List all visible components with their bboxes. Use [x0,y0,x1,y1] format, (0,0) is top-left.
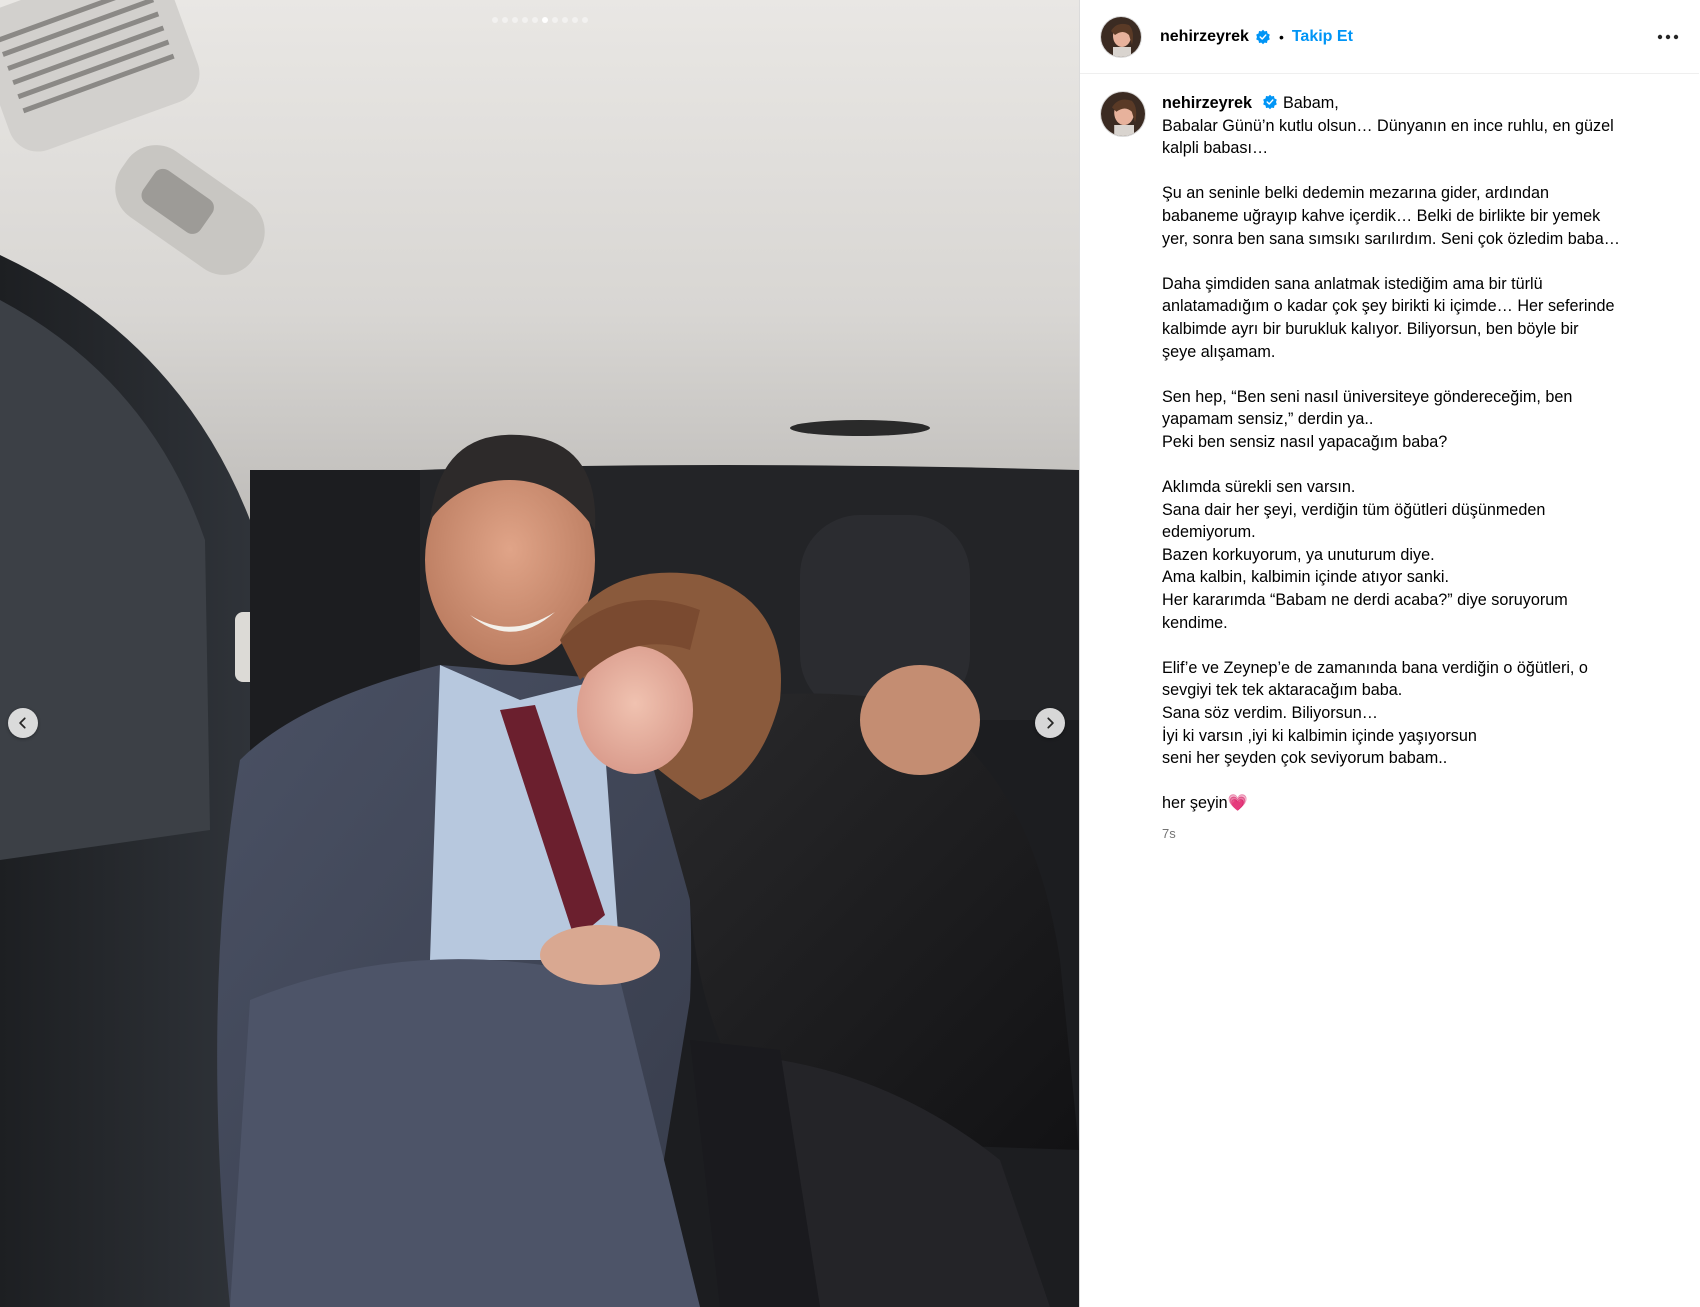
caption-avatar[interactable] [1101,92,1145,136]
carousel-prev-button[interactable] [8,708,38,738]
more-horizontal-icon [1657,34,1679,39]
caption-line: seni her şeyden çok seviyorum babam.. [1162,749,1448,768]
caption-username[interactable]: nehirzeyrek [1162,94,1252,112]
caption-line: yapamam sensiz,” derdin ya.. [1162,410,1374,429]
caption-paragraph: Şu an seninle belki dedemin mezarına gid… [1162,182,1662,250]
caption-line: Sen hep, “Ben seni nasıl üniversiteye gö… [1162,387,1573,406]
carousel-next-button[interactable] [1035,708,1065,738]
caption-paragraphs: Babalar Günü’n kutlu olsun… Dünyanın en … [1162,115,1662,815]
carousel-dot [491,17,498,23]
caption-paragraph: her şeyin💗 [1162,792,1662,815]
caption-line: her şeyin💗 [1162,794,1248,813]
caption-line: yer, sonra ben sana sımsıkı sarılırdım. … [1162,229,1620,248]
header-separator: • [1278,28,1284,45]
caption-paragraph: Daha şimdiden sana anlatmak istediğim am… [1162,273,1662,363]
instagram-post: nehirzeyrek • Takip Et nehirzeyrek Babam… [0,0,1700,1307]
caption-line: kalpli babası… [1162,139,1269,158]
caption-paragraph: Aklımda sürekli sen varsın. Sana dair her… [1162,476,1662,634]
caption-line: Sana söz verdim. Biliyorsun… [1162,704,1378,723]
caption: nehirzeyrek Babam, Babalar Günü’n kutlu … [1080,74,1699,846]
post-header: nehirzeyrek • Takip Et [1080,0,1699,74]
caption-line: Babalar Günü’n kutlu olsun… Dünyanın en … [1162,116,1614,135]
carousel-dot [551,17,558,23]
carousel-dot [541,17,548,23]
caption-line: Şu an seninle belki dedemin mezarına gid… [1162,184,1549,203]
carousel-dot [561,17,568,23]
carousel-dot [501,17,508,23]
caption-opening: Babam, [1282,94,1339,112]
carousel-dot [521,17,528,23]
carousel-dot [581,17,588,23]
chevron-right-icon [1047,717,1054,729]
chevron-left-icon [19,717,26,729]
caption-line: şeye alışamam. [1162,342,1276,361]
caption-line: kendime. [1162,613,1228,632]
carousel-indicator [0,17,1079,23]
caption-paragraph: Elif’e ve Zeynep’e de zamanında bana ver… [1162,657,1662,770]
caption-line: Aklımda sürekli sen varsın. [1162,478,1356,497]
post-timestamp[interactable]: 7s [1162,823,1662,846]
caption-line: Daha şimdiden sana anlatmak istediğim am… [1162,274,1543,293]
avatar[interactable] [1101,16,1141,57]
caption-line: anlatamadığım o kadar çok şey birikti ki… [1162,297,1615,316]
profile-picture [1101,16,1141,57]
caption-first-line: nehirzeyrek Babam, [1162,92,1662,115]
caption-line: Her kararımda “Babam ne derdi acaba?” di… [1162,591,1568,610]
caption-text: nehirzeyrek Babam, Babalar Günü’n kutlu … [1162,92,1662,846]
caption-line: babaneme uğrayıp kahve içerdik… Belki de… [1162,206,1601,225]
caption-line: Sana dair her şeyi, verdiğin tüm öğütler… [1162,500,1546,519]
caption-line: Bazen korkuyorum, ya unuturum diye. [1162,545,1435,564]
caption-line: Ama kalbin, kalbimin içinde atıyor sanki… [1162,568,1450,587]
verified-badge-icon [1262,94,1278,110]
caption-line: kalbimde ayrı bir burukluk kalıyor. Bili… [1162,319,1579,338]
carousel-dot [511,17,518,23]
verified-badge-icon [1255,29,1271,45]
post-info-panel: nehirzeyrek • Takip Et nehirzeyrek Babam… [1079,0,1699,1307]
caption-line: Peki ben sensiz nasıl yapacağım baba? [1162,432,1448,451]
follow-button[interactable]: Takip Et [1292,28,1353,46]
carousel-dot [531,17,538,23]
caption-line: İyi ki varsın ,iyi ki kalbimin içinde ya… [1162,726,1477,745]
caption-line: edemiyorum. [1162,523,1256,542]
carousel-dot [571,17,578,23]
caption-paragraph: Sen hep, “Ben seni nasıl üniversiteye gö… [1162,386,1662,454]
profile-picture [1101,92,1145,136]
caption-paragraph: Babalar Günü’n kutlu olsun… Dünyanın en … [1162,115,1662,160]
post-username[interactable]: nehirzeyrek [1160,28,1249,46]
caption-line: sevgiyi tek tek aktaracağım baba. [1162,681,1403,700]
more-options-button[interactable] [1653,30,1683,44]
post-media[interactable] [0,0,1079,1307]
post-photo [0,0,1079,1307]
caption-line: Elif’e ve Zeynep’e de zamanında bana ver… [1162,658,1588,677]
